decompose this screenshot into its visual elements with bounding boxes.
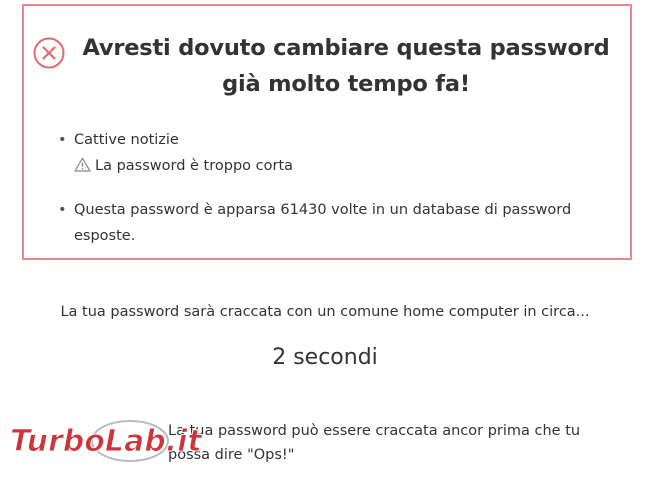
x-circle-icon: [33, 37, 65, 69]
svg-text:TurboLab.it: TurboLab.it: [10, 424, 203, 459]
warning-triangle-icon: [74, 157, 91, 172]
turbolab-watermark-logo: TurboLab.it: [10, 420, 204, 462]
alert-list: Cattive notizie La password è troppo cor…: [58, 127, 618, 249]
watermark-part3: .it: [166, 424, 204, 459]
bad-news-label: Cattive notizie: [74, 132, 179, 148]
list-item: Questa password è apparsa 61430 volte in…: [58, 197, 618, 249]
list-item: Cattive notizie La password è troppo cor…: [58, 127, 618, 179]
warning-line: La password è troppo corta: [74, 153, 618, 179]
crack-time-value: 2 secondi: [272, 345, 378, 370]
warning-text: La password è troppo corta: [95, 158, 294, 174]
alert-header: Avresti dovuto cambiare questa password …: [32, 30, 626, 102]
exposure-text: Questa password è apparsa 61430 volte in…: [74, 202, 572, 244]
crack-intro-text: La tua password sarà craccata con un com…: [60, 304, 590, 320]
alert-title: Avresti dovuto cambiare questa password …: [82, 35, 610, 97]
alert-box: Avresti dovuto cambiare questa password …: [22, 4, 632, 260]
watermark-part1: Turbo: [10, 424, 105, 459]
watermark-part2: Lab: [105, 424, 166, 459]
